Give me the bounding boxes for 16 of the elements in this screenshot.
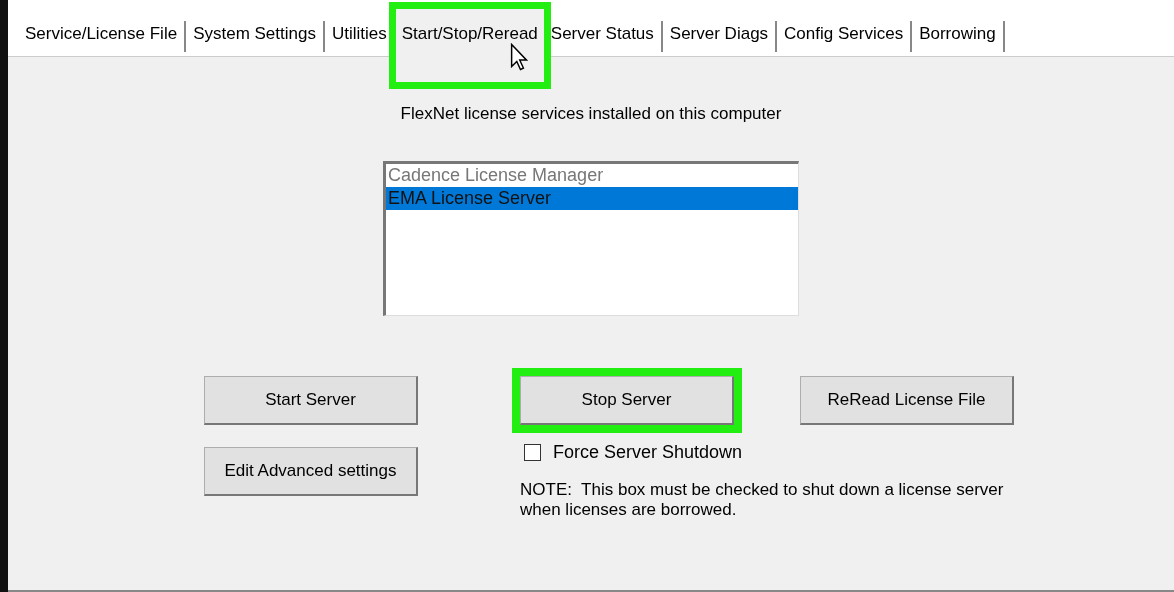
tab[interactable]: Server Status: [543, 20, 663, 52]
tab[interactable]: Config Services: [777, 20, 913, 52]
services-label: FlexNet license services installed on this computer: [400, 103, 782, 125]
note-text: NOTE: This box must be checked to shut down a license server when licenses are borrowed.: [520, 479, 1005, 520]
tab[interactable]: Server Diags: [662, 20, 778, 52]
cursor-icon: [509, 42, 528, 71]
tab[interactable]: System Settings: [186, 20, 325, 52]
tab[interactable]: Service/License File: [18, 20, 187, 52]
button[interactable]: Edit Advanced settings: [204, 446, 418, 496]
button[interactable]: Start Server: [204, 375, 418, 425]
tab[interactable]: Start/Stop/Reread: [391, 4, 548, 86]
list-item[interactable]: EMA License Server: [386, 186, 798, 210]
tab[interactable]: Borrowing: [912, 20, 1005, 52]
button[interactable]: ReRead License File: [800, 375, 1014, 425]
checkbox-label[interactable]: Force Server Shutdown: [553, 438, 743, 466]
checkbox[interactable]: [524, 443, 541, 461]
